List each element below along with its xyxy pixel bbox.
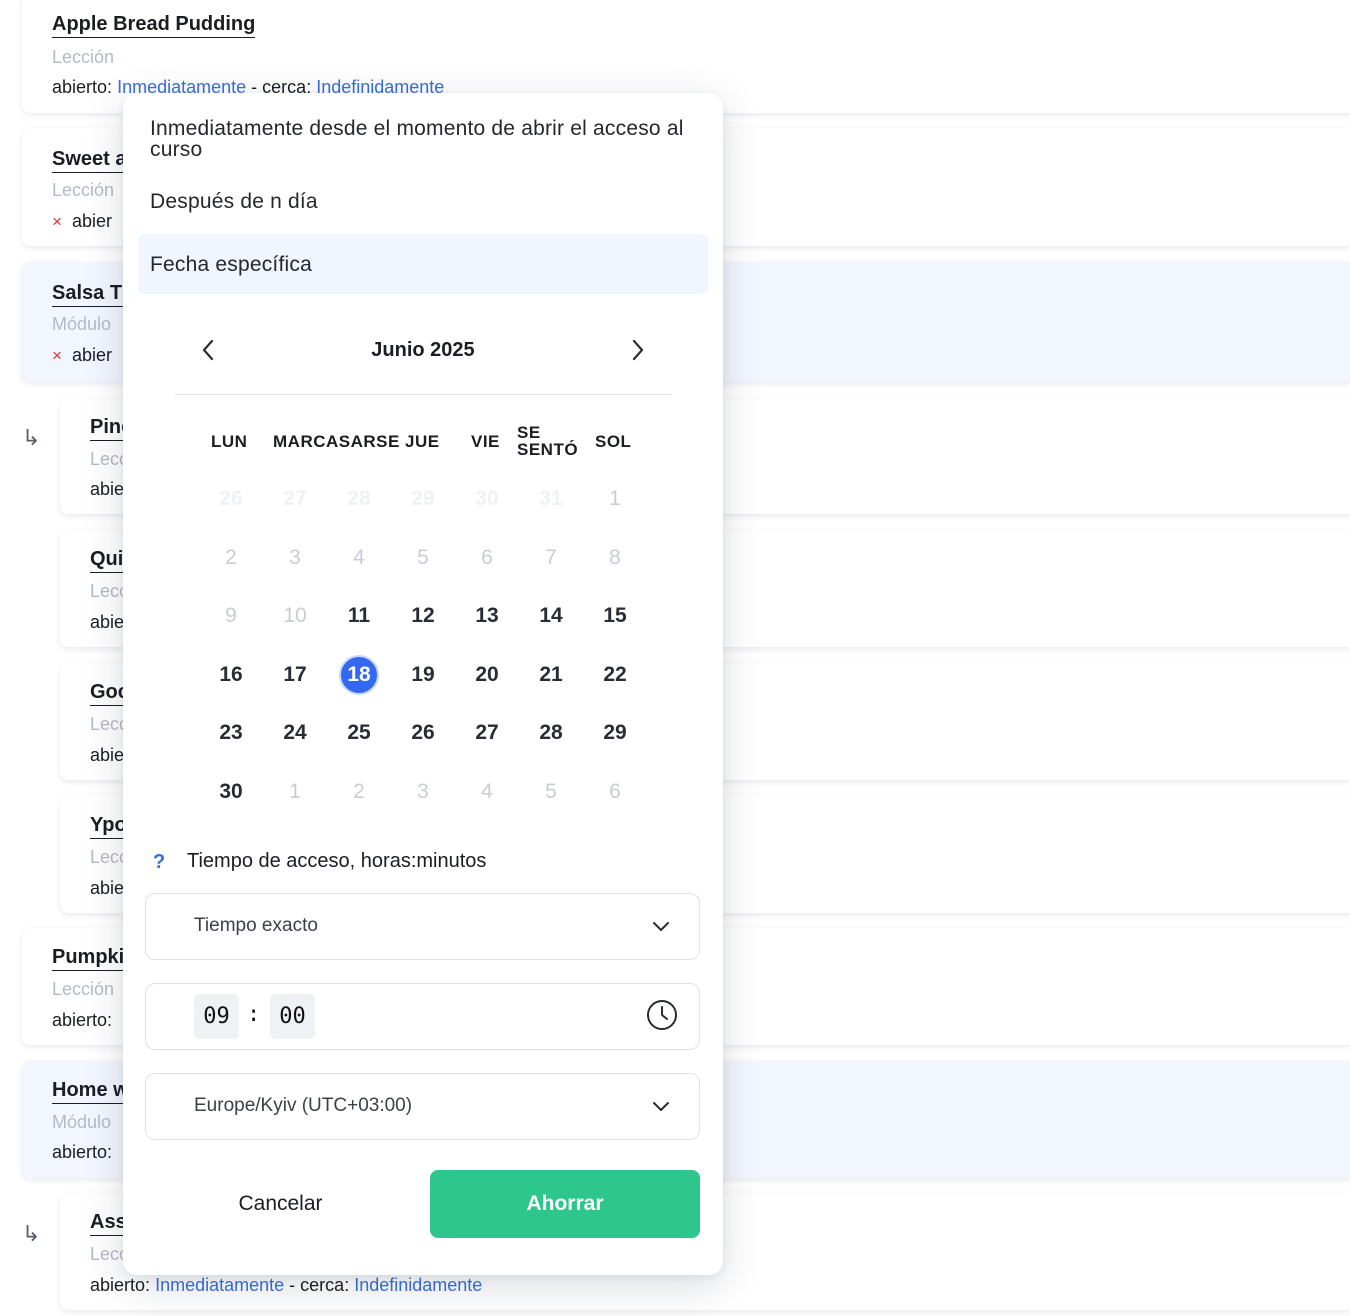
calendar-day: 5: [545, 780, 557, 803]
calendar-header: Junio 2025: [175, 333, 671, 395]
item-title[interactable]: Apple Bread Pudding: [52, 12, 256, 38]
item-type: Lección: [52, 979, 115, 999]
time-mode-select[interactable]: Tiempo exacto: [145, 893, 700, 960]
item-title[interactable]: Salsa Ti: [52, 281, 128, 307]
close-value-link[interactable]: Indefinidamente: [354, 1275, 482, 1295]
calendar-day: 9: [225, 604, 237, 627]
weekday-label: SOL: [595, 432, 632, 451]
access-date-popover: Inmediatamente desde el momento de abrir…: [123, 93, 723, 1275]
weekday-label: SE SENTÓ: [517, 423, 579, 459]
calendar-day: 3: [289, 546, 301, 569]
calendar-day[interactable]: 25: [339, 713, 379, 753]
nested-arrow-icon: ↳: [22, 425, 41, 450]
item-access: abie: [90, 479, 125, 499]
timezone-value: Europe/Kyiv (UTC+03:00): [194, 1095, 413, 1116]
item-title[interactable]: Ass: [90, 1210, 127, 1236]
calendar-day: 4: [353, 546, 365, 569]
calendar-day[interactable]: 15: [595, 596, 635, 636]
item-title[interactable]: Ypo: [90, 813, 127, 839]
calendar-day-selected[interactable]: 18: [339, 655, 379, 695]
save-button[interactable]: Ahorrar: [430, 1170, 700, 1238]
weekday-label: MARCASARSE: [273, 432, 400, 451]
weekday-label: LUN: [211, 432, 248, 451]
calendar-day[interactable]: 23: [211, 713, 251, 753]
calendar-day: 26: [219, 487, 243, 510]
calendar-day: 2: [353, 780, 365, 803]
item-title[interactable]: Qui: [90, 547, 124, 573]
time-separator: :: [247, 1002, 261, 1027]
time-mode-value: Tiempo exacto: [194, 915, 318, 936]
item-title[interactable]: Sweet a: [52, 147, 127, 173]
item-access: abierto: Inmediatamente - cerca: Indefin…: [90, 1275, 483, 1295]
calendar-month-label: Junio 2025: [371, 339, 475, 361]
calendar-day: 30: [475, 487, 499, 510]
access-time-label: Tiempo de acceso, horas:minutos: [187, 850, 487, 872]
calendar-day: 28: [347, 487, 371, 510]
timezone-select[interactable]: Europe/Kyiv (UTC+03:00): [145, 1073, 700, 1140]
option-after-n-days[interactable]: Después de n día: [138, 191, 708, 212]
calendar-day[interactable]: 17: [275, 655, 315, 695]
item-access: abie: [90, 745, 125, 765]
calendar-day[interactable]: 20: [467, 655, 507, 695]
calendar-day: 3: [417, 780, 429, 803]
option-specific-date[interactable]: Fecha específica: [138, 234, 708, 294]
item-type: Módulo: [52, 1112, 112, 1132]
weekday-label: JUE: [405, 432, 440, 451]
minutes-input[interactable]: 00: [270, 994, 315, 1039]
weekday-label: VIE: [471, 432, 500, 451]
clock-icon[interactable]: [645, 998, 679, 1032]
item-type: Módulo: [52, 314, 112, 334]
item-access: abie: [90, 612, 125, 632]
calendar-day: 1: [289, 780, 301, 803]
chevron-right-icon: [632, 339, 644, 361]
hours-input[interactable]: 09: [194, 994, 239, 1039]
calendar-day[interactable]: 16: [211, 655, 251, 695]
calendar-day: 6: [481, 546, 493, 569]
calendar-day[interactable]: 29: [595, 713, 635, 753]
calendar-day[interactable]: 30: [211, 772, 251, 812]
calendar-day: 27: [283, 487, 307, 510]
calendar-day[interactable]: 24: [275, 713, 315, 753]
option-immediately[interactable]: Inmediatamente desde el momento de abrir…: [138, 118, 708, 160]
item-access: abierto:: [52, 1010, 113, 1030]
item-access: abierto:: [52, 1142, 113, 1162]
item-access: abie: [90, 878, 125, 898]
calendar-day[interactable]: 12: [403, 596, 443, 636]
calendar-day[interactable]: 21: [531, 655, 571, 695]
open-value-link[interactable]: Inmediatamente: [155, 1275, 284, 1295]
calendar-day: 6: [609, 780, 621, 803]
calendar-day: 29: [411, 487, 435, 510]
calendar-day[interactable]: 14: [531, 596, 571, 636]
help-icon[interactable]: ?: [153, 851, 165, 874]
item-access: × abier: [52, 345, 112, 365]
item-type: Lección: [52, 47, 115, 67]
calendar-day[interactable]: 22: [595, 655, 635, 695]
time-input[interactable]: 09 : 00: [145, 983, 700, 1050]
calendar-day[interactable]: 13: [467, 596, 507, 636]
calendar-day: 8: [609, 546, 621, 569]
next-month-button[interactable]: [623, 335, 653, 365]
calendar-day: 7: [545, 546, 557, 569]
calendar-day: 5: [417, 546, 429, 569]
item-title[interactable]: Home w: [52, 1078, 129, 1104]
calendar-day: 1: [609, 487, 621, 510]
calendar-day[interactable]: 11: [339, 596, 379, 636]
calendar-day[interactable]: 27: [467, 713, 507, 753]
close-icon: ×: [52, 212, 62, 231]
calendar-day[interactable]: 26: [403, 713, 443, 753]
nested-arrow-icon: ↳: [22, 1221, 41, 1246]
item-type: Lección: [52, 180, 115, 200]
calendar-day: 31: [539, 487, 563, 510]
item-access: × abier: [52, 211, 112, 231]
calendar-day: 10: [283, 604, 307, 627]
chevron-down-icon: [653, 922, 669, 931]
calendar-day[interactable]: 28: [531, 713, 571, 753]
close-icon: ×: [52, 346, 62, 365]
chevron-down-icon: [653, 1102, 669, 1111]
calendar-day[interactable]: 19: [403, 655, 443, 695]
calendar-day: 2: [225, 546, 237, 569]
item-title[interactable]: Pumpki: [52, 945, 125, 971]
calendar-day: 4: [481, 780, 493, 803]
cancel-button[interactable]: Cancelar: [163, 1170, 398, 1238]
